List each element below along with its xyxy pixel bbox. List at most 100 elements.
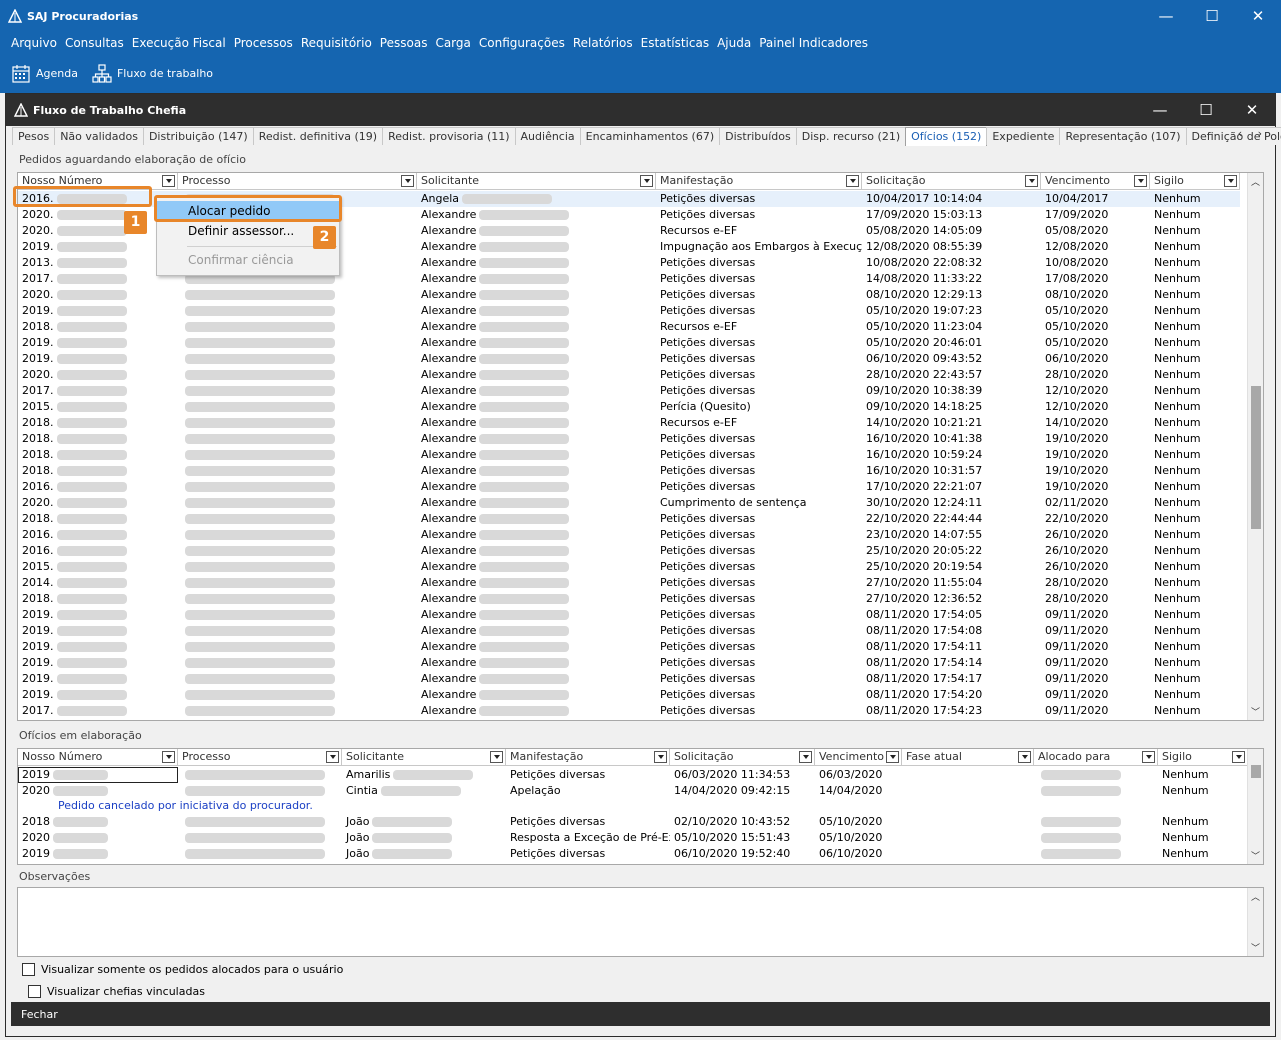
tab-3[interactable]: Redist. definitiva (19)	[252, 127, 384, 145]
tab-0[interactable]: Pesos	[12, 127, 56, 145]
workflow-button[interactable]: Fluxo de trabalho	[92, 63, 213, 84]
menu-execucao-fiscal[interactable]: Execução Fiscal	[128, 36, 230, 50]
bottom-grid-scrollbar[interactable]: ﹀	[1247, 749, 1263, 864]
tab-1[interactable]: Não validados	[54, 127, 144, 145]
filter-dropdown-icon[interactable]	[640, 175, 653, 187]
tab-8[interactable]: Disp. recurso (21)	[795, 127, 907, 145]
bottom-scroll-thumb[interactable]	[1251, 765, 1261, 778]
linked-heads-checkbox[interactable]	[28, 985, 41, 998]
menu-relatorios[interactable]: Relatórios	[569, 36, 637, 50]
table-row[interactable]: 2018. Alexandre Petições diversas 22/10/202…	[18, 511, 1240, 527]
observacoes-textarea[interactable]: ︿ ﹀	[17, 887, 1264, 957]
menu-definir-assessor[interactable]: Definir assessor...	[157, 221, 339, 241]
filter-dropdown-icon[interactable]	[162, 751, 175, 763]
table-row[interactable]: 2018. Alexandre Recursos e-EF 14/10/2020 10…	[18, 415, 1240, 431]
obs-scroll-down-icon[interactable]: ﹀	[1251, 941, 1260, 954]
table-row[interactable]: 2017. Alexandre Petições diversas 09/10/202…	[18, 383, 1240, 399]
bottom_grid-col-5[interactable]: Vencimento	[815, 749, 902, 766]
table-row[interactable]: 2020 João Resposta a Exceção de Pré-Exec 05…	[18, 830, 1248, 846]
bottom_grid-col-2[interactable]: Solicitante	[342, 749, 506, 766]
table-row[interactable]: 2019. Alexandre Petições diversas 08/11/202…	[18, 671, 1240, 687]
table-row[interactable]: 2015. Alexandre Perícia (Quesito) 09/10/202…	[18, 399, 1240, 415]
table-row[interactable]: 2019. Alexandre Petições diversas 05/10/202…	[18, 335, 1240, 351]
top_grid-col-2[interactable]: Solicitante	[417, 173, 656, 190]
table-row[interactable]: 2014. Alexandre Petições diversas 27/10/202…	[18, 575, 1240, 591]
menu-configuracoes[interactable]: Configurações	[475, 36, 569, 50]
tab-7[interactable]: Distribuídos	[719, 127, 797, 145]
table-row[interactable]: 2016. Alexandre Petições diversas 25/10/202…	[18, 543, 1240, 559]
bottom_grid-col-1[interactable]: Processo	[178, 749, 342, 766]
table-row[interactable]: 2020. Alexandre Cumprimento de sentença 30/…	[18, 495, 1240, 511]
filter-dropdown-icon[interactable]	[401, 175, 414, 187]
menu-ajuda[interactable]: Ajuda	[713, 36, 755, 50]
table-row[interactable]: 2018. Alexandre Petições diversas 16/10/202…	[18, 431, 1240, 447]
tab-5[interactable]: Audiência	[514, 127, 581, 145]
filter-dropdown-icon[interactable]	[490, 751, 503, 763]
bottom-scroll-down-icon[interactable]: ﹀	[1251, 849, 1260, 862]
table-row[interactable]: 2015. Alexandre Petições diversas 25/10/202…	[18, 559, 1240, 575]
filter-dropdown-icon[interactable]	[1224, 175, 1237, 187]
tab-11[interactable]: Representação (107)	[1059, 127, 1187, 145]
bottom_grid-col-4[interactable]: Solicitação	[670, 749, 815, 766]
tab-4[interactable]: Redist. provisoria (11)	[382, 127, 516, 145]
linked-heads-checkbox-row[interactable]: Visualizar chefias vinculadas	[28, 985, 205, 998]
maximize-button[interactable]: ☐	[1189, 0, 1235, 32]
table-row[interactable]: 2016. Alexandre Petições diversas 23/10/202…	[18, 527, 1240, 543]
close-button[interactable]: ✕	[1235, 0, 1281, 32]
table-row[interactable]: 2018. Alexandre Recursos e-EF 05/10/2020 11…	[18, 319, 1240, 335]
menu-estatisticas[interactable]: Estatísticas	[637, 36, 713, 50]
obs-scrollbar[interactable]: ︿ ﹀	[1247, 888, 1263, 956]
only-allocated-checkbox-row[interactable]: Visualizar somente os pedidos alocados p…	[22, 963, 343, 976]
table-row[interactable]: 2018 João Petições diversas 02/10/2020 10:4…	[18, 814, 1248, 830]
table-row[interactable]: 2019. Alexandre Petições diversas 06/10/202…	[18, 351, 1240, 367]
filter-dropdown-icon[interactable]	[1232, 751, 1245, 763]
top_grid-col-1[interactable]: Processo	[178, 173, 417, 190]
close-window-button[interactable]: Fechar	[21, 1008, 58, 1021]
tab-6[interactable]: Encaminhamentos (67)	[579, 127, 721, 145]
menu-requisitorio[interactable]: Requisitório	[297, 36, 376, 50]
filter-dropdown-icon[interactable]	[654, 751, 667, 763]
table-row[interactable]: 2016. Alexandre Petições diversas 17/10/202…	[18, 479, 1240, 495]
scroll-down-icon[interactable]: ﹀	[1251, 705, 1260, 718]
table-row[interactable]: 2018. Alexandre Petições diversas 16/10/202…	[18, 463, 1240, 479]
bottom_grid-col-8[interactable]: Sigilo	[1158, 749, 1248, 766]
table-row[interactable]: 2019. Alexandre Petições diversas 08/11/202…	[18, 687, 1240, 703]
agenda-button[interactable]: Agenda	[11, 64, 78, 84]
tab-2[interactable]: Distribuição (147)	[142, 127, 254, 145]
bottom_grid-col-7[interactable]: Alocado para	[1034, 749, 1158, 766]
top_grid-col-3[interactable]: Manifestação	[656, 173, 862, 190]
menu-painel-indicadores[interactable]: Painel Indicadores	[755, 36, 872, 50]
only-allocated-checkbox[interactable]	[22, 963, 35, 976]
filter-dropdown-icon[interactable]	[846, 175, 859, 187]
menu-arquivo[interactable]: Arquivo	[7, 36, 61, 50]
table-row[interactable]: 2019. Alexandre Petições diversas 08/11/202…	[18, 639, 1240, 655]
bottom_grid-col-3[interactable]: Manifestação	[506, 749, 670, 766]
table-row[interactable]: 2019. Alexandre Petições diversas 08/11/202…	[18, 607, 1240, 623]
top_grid-col-5[interactable]: Vencimento	[1041, 173, 1150, 190]
filter-dropdown-icon[interactable]	[1142, 751, 1155, 763]
minimize-button[interactable]: —	[1143, 0, 1189, 32]
table-row[interactable]: 2020. Alexandre Petições diversas 08/10/202…	[18, 287, 1240, 303]
tab-10[interactable]: Expediente	[986, 127, 1061, 145]
top-grid-scrollbar[interactable]: ︿ ﹀	[1247, 173, 1263, 720]
top_grid-col-4[interactable]: Solicitação	[862, 173, 1041, 190]
child-minimize-button[interactable]: —	[1137, 94, 1183, 126]
table-row[interactable]: 2020. Alexandre Petições diversas 28/10/202…	[18, 367, 1240, 383]
table-row[interactable]: 2019 João Petições diversas 06/10/2020 19:5…	[18, 846, 1248, 862]
filter-dropdown-icon[interactable]	[1018, 751, 1031, 763]
child-close-button[interactable]: ✕	[1229, 94, 1275, 126]
filter-dropdown-icon[interactable]	[1134, 175, 1147, 187]
tab-9[interactable]: Ofícios (152)	[905, 127, 988, 146]
table-row[interactable]: 2017. Alexandre Petições diversas 08/11/202…	[18, 703, 1240, 719]
table-row[interactable]: 2019. Alexandre Petições diversas 05/10/202…	[18, 303, 1240, 319]
table-row[interactable]: 2019 Amarilis Petições diversas 06/03/2020 …	[18, 767, 1248, 783]
filter-dropdown-icon[interactable]	[1025, 175, 1038, 187]
bottom_grid-col-0[interactable]: Nosso Número	[18, 749, 178, 766]
tab-scroll-arrows[interactable]: ‹ ›	[1238, 127, 1268, 140]
table-row[interactable]: 2018. Alexandre Petições diversas 16/10/202…	[18, 447, 1240, 463]
menu-pessoas[interactable]: Pessoas	[376, 36, 432, 50]
table-row[interactable]: 2020 Cintia Apelação 14/04/2020 09:42:15 14/…	[18, 783, 1248, 799]
table-row[interactable]: 2019. Alexandre Petições diversas 08/11/202…	[18, 655, 1240, 671]
scroll-up-icon[interactable]: ︿	[1251, 175, 1260, 188]
scroll-thumb[interactable]	[1251, 386, 1261, 529]
